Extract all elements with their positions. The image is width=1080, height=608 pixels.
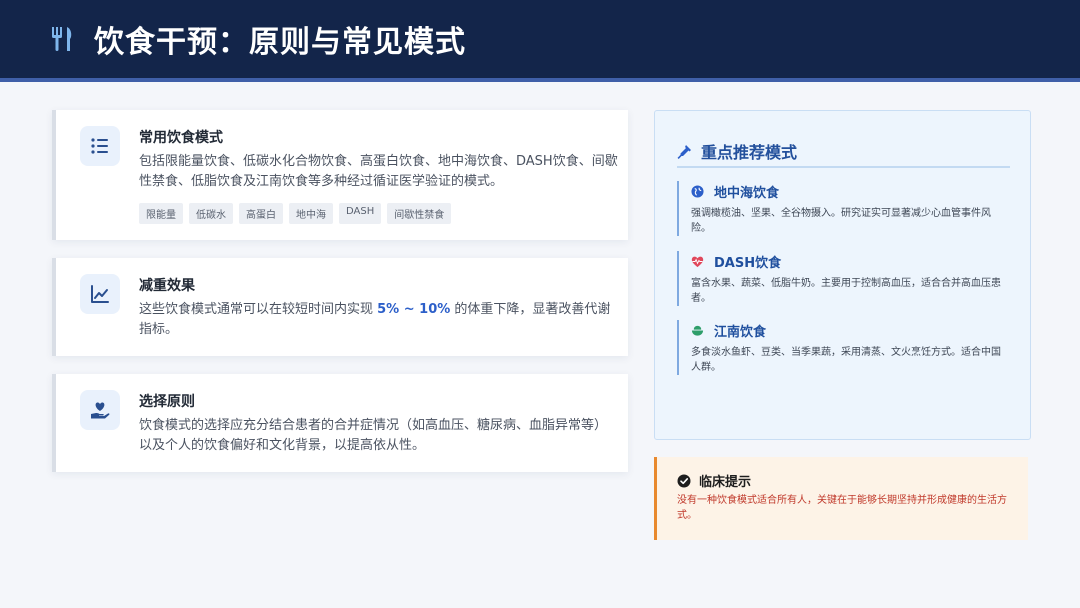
card-description: 饮食模式的选择应充分结合患者的合并症情况（如高血压、糖尿病、血脂异常等）以及个人… (139, 418, 608, 453)
card-selection-principle: 选择原则 饮食模式的选择应充分结合患者的合并症情况（如高血压、糖尿病、血脂异常等… (52, 374, 628, 472)
recommended-title: 重点推荐模式 (701, 143, 798, 162)
hand-heart-icon (80, 390, 120, 430)
weight-loss-range: 5% ~ 10% (377, 302, 451, 317)
card-title: 常用饮食模式 (139, 130, 223, 146)
card-common-patterns: 常用饮食模式 包括限能量饮食、低碳水化合物饮食、高蛋白饮食、地中海饮食、DASH… (52, 110, 628, 240)
card-description: 这些饮食模式通常可以在较短时间内实现 5% ~ 10% 的体重下降，显著改善代谢… (139, 300, 619, 340)
tag: 间歇性禁食 (387, 203, 452, 224)
card-title: 选择原则 (139, 394, 195, 410)
tag: 地中海 (289, 203, 333, 224)
recommended-item-jiangnan: 江南饮食 多食淡水鱼虾、豆类、当季果蔬，采用清蒸、文火烹饪方式。适合中国人群。 (677, 320, 1010, 375)
globe-icon (691, 184, 704, 198)
check-circle-icon (677, 474, 691, 487)
recommended-item-mediterranean: 地中海饮食 强调橄榄油、坚果、全谷物摄入。研究证实可显著减少心血管事件风险。 (677, 181, 1010, 236)
tag: 限能量 (139, 203, 183, 224)
slide-header: 饮食干预：原则与常见模式 (0, 0, 1080, 82)
chart-line-icon (80, 274, 120, 314)
card-title: 减重效果 (139, 278, 195, 294)
card-weight-loss-effect: 减重效果 这些饮食模式通常可以在较短时间内实现 5% ~ 10% 的体重下降，显… (52, 258, 628, 356)
recommended-item-dash: DASH饮食 富含水果、蔬菜、低脂牛奶。主要用于控制高血压，适合合并高血压患者。 (677, 251, 1010, 306)
tag: 高蛋白 (239, 203, 283, 224)
recommended-heading: 重点推荐模式 (677, 139, 797, 163)
tag: 低碳水 (189, 203, 233, 224)
page-title: 饮食干预：原则与常见模式 (94, 25, 466, 60)
recommended-item-text: 多食淡水鱼虾、豆类、当季果蔬，采用清蒸、文火烹饪方式。适合中国人群。 (691, 347, 1001, 373)
desc-text: 这些饮食模式通常可以在较短时间内实现 (139, 302, 378, 317)
tag: DASH (339, 203, 382, 224)
recommended-item-text: 强调橄榄油、坚果、全谷物摄入。研究证实可显著减少心血管事件风险。 (691, 208, 991, 234)
syringe-icon (677, 145, 691, 159)
tag-list: 限能量 低碳水 高蛋白 地中海 DASH 间歇性禁食 (139, 203, 452, 224)
tip-heading: 临床提示 (677, 471, 751, 490)
divider (677, 166, 1010, 168)
recommended-item-name: 地中海饮食 (714, 185, 780, 201)
recommended-item-name: 江南饮食 (714, 324, 767, 340)
bowl-icon (691, 325, 704, 336)
recommended-item-text: 富含水果、蔬菜、低脂牛奶。主要用于控制高血压，适合合并高血压患者。 (691, 278, 1001, 304)
tip-title: 临床提示 (699, 475, 752, 490)
list-icon (80, 126, 120, 166)
utensils-icon (52, 27, 72, 51)
recommended-panel: 重点推荐模式 地中海饮食 强调橄榄油、坚果、全谷物摄入。研究证实可显著减少心血管… (654, 110, 1031, 440)
recommended-item-name: DASH饮食 (714, 255, 782, 271)
tip-text: 没有一种饮食模式适合所有人，关键在于能够长期坚持并形成健康的生活方式。 (677, 495, 1007, 521)
clinical-tip-box: 临床提示 没有一种饮食模式适合所有人，关键在于能够长期坚持并形成健康的生活方式。 (654, 457, 1028, 540)
heart-pulse-icon (691, 256, 704, 267)
card-description: 包括限能量饮食、低碳水化合物饮食、高蛋白饮食、地中海饮食、DASH饮食、间歇性禁… (139, 154, 618, 189)
